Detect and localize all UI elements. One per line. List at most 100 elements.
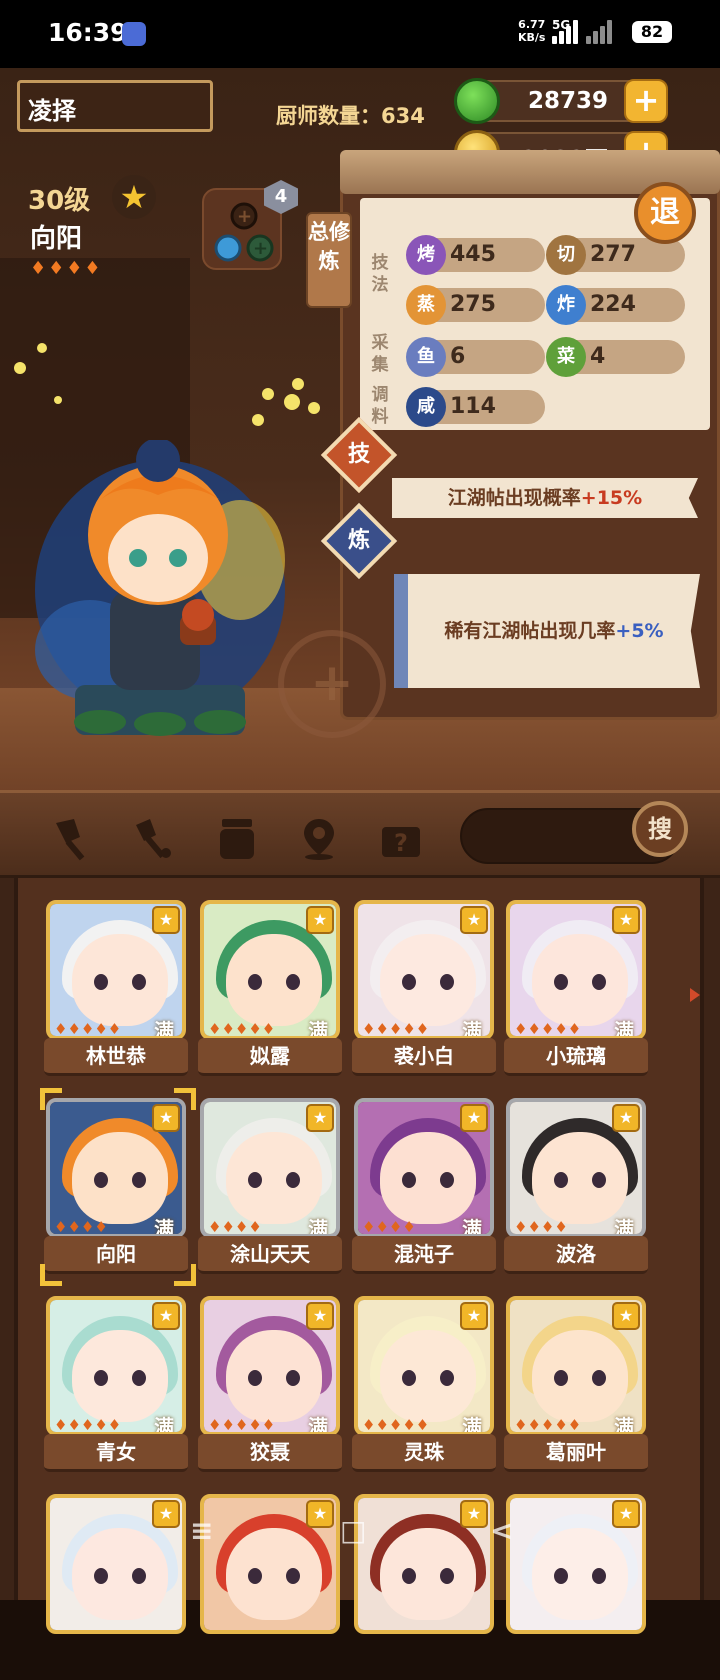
chef-portrait: ★ ♦♦♦♦♦ 满 <box>506 900 646 1040</box>
chef-card[interactable]: ★ ♦♦♦♦♦ 满小琉璃 <box>504 900 648 1086</box>
battery-icon: 82 <box>632 21 672 43</box>
chef-card[interactable]: ★ ♦♦♦♦ 满混沌子 <box>352 1098 496 1284</box>
chef-card[interactable]: ★ ♦♦♦♦ 满涂山天天 <box>198 1098 342 1284</box>
stat-value: 445 <box>450 242 496 267</box>
chef-eye <box>554 1568 568 1584</box>
selection-corner <box>174 1264 196 1286</box>
skill-effect-bonus: +15% <box>580 487 643 509</box>
system-nav-bar: ≡ □ < <box>180 1510 540 1560</box>
chef-eye <box>132 974 146 990</box>
recent-apps-button[interactable]: ≡ <box>190 1514 213 1547</box>
chef-face <box>532 1132 628 1224</box>
chef-card[interactable]: ★ ♦♦♦♦♦ 满裘小白 <box>352 900 496 1086</box>
favorite-star-icon: ★ <box>152 1302 180 1330</box>
favorite-star-icon: ★ <box>612 1302 640 1330</box>
chef-rarity-flames: ♦♦♦♦♦ <box>362 1416 430 1434</box>
chef-card[interactable]: ★ ♦♦♦♦♦ 满青女 <box>44 1296 188 1482</box>
hero-rarity-flames: ♦♦♦♦ <box>30 258 103 279</box>
chef-rarity-flames: ♦♦♦♦ <box>362 1218 416 1236</box>
chef-name: 小琉璃 <box>504 1038 648 1076</box>
svg-text:?: ? <box>394 829 408 857</box>
chef-face <box>226 1330 322 1422</box>
chef-eye <box>248 1370 262 1386</box>
chef-name: 混沌子 <box>352 1236 496 1274</box>
stat-category-icon: 切 <box>546 235 586 275</box>
search-button[interactable]: 搜 <box>632 801 688 857</box>
add-jade-button[interactable]: + <box>624 79 668 123</box>
favorite-star-icon: ★ <box>460 906 488 934</box>
chef-eye <box>132 1568 146 1584</box>
stat-value: 114 <box>450 394 496 419</box>
scroll-right-arrow-icon[interactable] <box>690 988 700 1002</box>
chef-name: 波洛 <box>504 1236 648 1274</box>
back-button[interactable]: < <box>490 1514 513 1547</box>
stat-item: 咸 114 <box>406 387 545 427</box>
chef-portrait: ★ ♦♦♦♦♦ 满 <box>200 1296 340 1436</box>
shovel-icon[interactable] <box>132 815 178 861</box>
svg-text:+: + <box>237 206 252 227</box>
chef-eye <box>286 1172 300 1188</box>
stat-category-icon: 蒸 <box>406 285 446 325</box>
tab-total-training[interactable]: 总修炼 <box>306 212 352 308</box>
chef-card[interactable]: ★ ♦♦♦♦ 满向阳 <box>40 1088 196 1286</box>
signal-icon <box>546 20 580 44</box>
stat-item: 烤 445 <box>406 235 545 275</box>
chef-eye <box>248 1568 262 1584</box>
jar-icon[interactable] <box>214 815 260 861</box>
stat-category-icon: 菜 <box>546 337 586 377</box>
spatula-icon[interactable] <box>50 815 96 861</box>
stat-value: 4 <box>590 344 606 369</box>
stat-category-icon: 鱼 <box>406 337 446 377</box>
app-notification-icon <box>122 22 146 46</box>
status-bar: 16:39 6.77 KB/s 5G 82 <box>0 0 720 68</box>
home-button[interactable]: □ <box>340 1514 366 1547</box>
chef-eye <box>402 974 416 990</box>
chef-rarity-flames: ♦♦♦♦♦ <box>54 1416 122 1434</box>
chef-portrait: ★ ♦♦♦♦♦ 满 <box>354 900 494 1040</box>
chef-name: 姒露 <box>198 1038 342 1076</box>
player-name-field[interactable]: 凌择 <box>17 80 213 132</box>
chef-eye <box>94 1568 108 1584</box>
chef-eye <box>592 974 606 990</box>
refine-effect-text: 稀有江湖帖出现几率 <box>444 620 616 642</box>
chef-eye <box>440 1370 454 1386</box>
chef-face <box>532 1528 628 1620</box>
chef-face <box>380 1132 476 1224</box>
jade-currency: 28739 + <box>454 78 668 124</box>
chef-count: 厨师数量：634 <box>276 100 425 130</box>
svg-text:+: + <box>253 238 268 259</box>
stat-value: 275 <box>450 292 496 317</box>
favorite-star-icon: ★ <box>612 906 640 934</box>
skill-effect-banner: 江湖帖出现概率+15% <box>392 478 698 518</box>
chef-card[interactable]: ★ ♦♦♦♦♦ 满灵珠 <box>352 1296 496 1482</box>
chef-card[interactable]: ★ ♦♦♦♦♦ 满葛丽叶 <box>504 1296 648 1482</box>
chef-portrait: ★ ♦♦♦♦ 满 <box>354 1098 494 1238</box>
chef-eye <box>132 1172 146 1188</box>
chef-card[interactable]: ★ ♦♦♦♦♦ 满狡聂 <box>198 1296 342 1482</box>
chef-card[interactable]: ★ ♦♦♦♦ 满波洛 <box>504 1098 648 1284</box>
favorite-star-icon: ★ <box>152 906 180 934</box>
location-pin-icon[interactable] <box>296 815 342 861</box>
exit-button[interactable]: 退 <box>634 182 696 244</box>
chef-card[interactable]: ★ <box>46 1494 186 1680</box>
stat-item: 鱼6 <box>406 337 545 377</box>
chef-portrait: ★ ♦♦♦♦♦ 满 <box>46 1296 186 1436</box>
chef-card[interactable]: ★ ♦♦♦♦♦ 满姒露 <box>198 900 342 1086</box>
chef-eye <box>440 974 454 990</box>
chef-rarity-flames: ♦♦♦♦♦ <box>208 1020 276 1038</box>
chef-rarity-flames: ♦♦♦♦♦ <box>362 1020 430 1038</box>
chef-card[interactable]: ★ ♦♦♦♦♦ 满林世恭 <box>44 900 188 1086</box>
chef-portrait: ★ ♦♦♦♦♦ 满 <box>46 900 186 1040</box>
selection-corner <box>174 1088 196 1110</box>
mystery-box-icon[interactable]: ? <box>378 815 424 861</box>
chef-face <box>380 934 476 1026</box>
chef-eye <box>94 974 108 990</box>
chef-name: 裘小白 <box>352 1038 496 1076</box>
chef-face <box>226 1132 322 1224</box>
add-item-placeholder[interactable]: + <box>278 630 386 738</box>
favorite-star-icon: ★ <box>612 1500 640 1528</box>
jade-value: 28739 <box>527 88 608 114</box>
group-label-skill: 技法 <box>371 253 389 295</box>
max-level-badge: 满 <box>308 1415 328 1436</box>
favorite-star-button[interactable]: ★ <box>112 175 156 219</box>
